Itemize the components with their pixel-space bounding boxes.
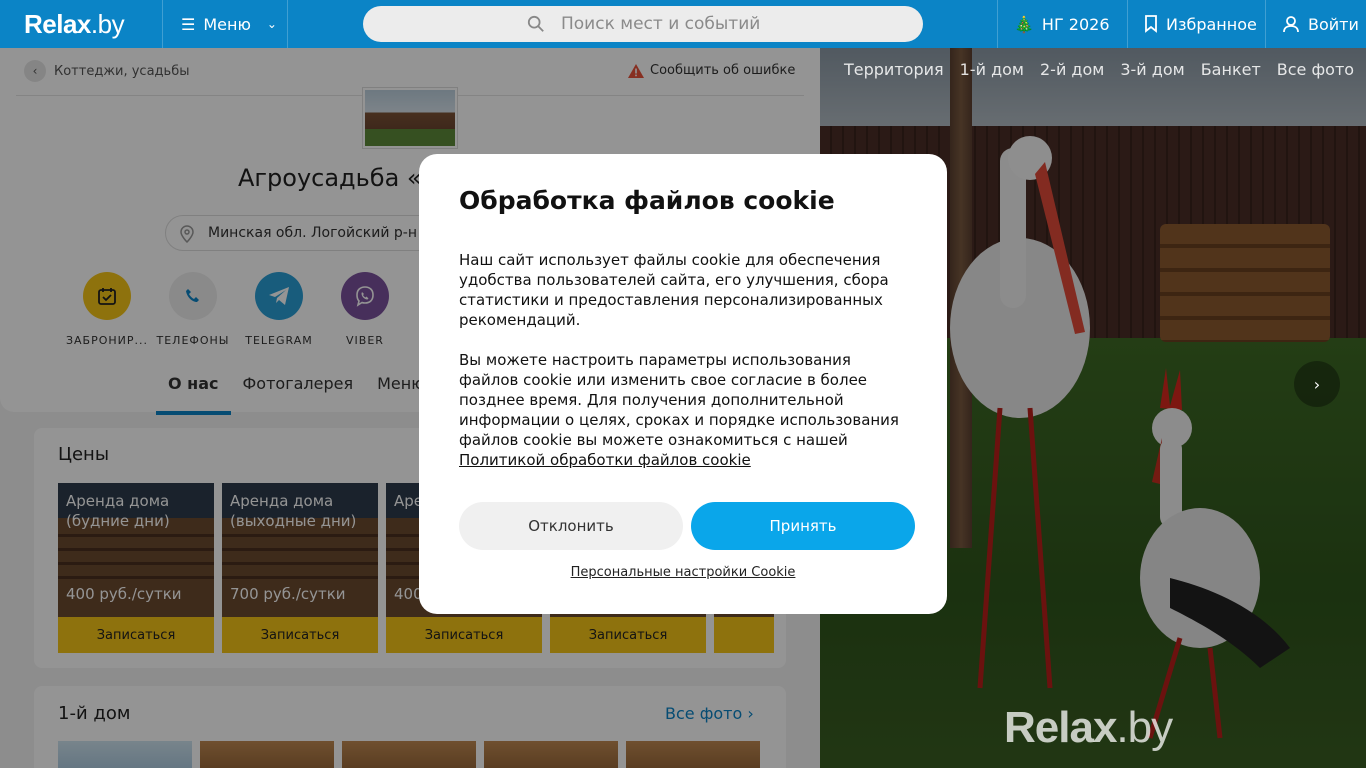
new-year-label: НГ 2026: [1041, 14, 1110, 34]
search-placeholder: Поиск мест и событий: [561, 14, 761, 34]
new-year-link[interactable]: 🎄 НГ 2026: [997, 0, 1127, 48]
watermark-text: Relax: [1004, 703, 1117, 752]
search-icon: [527, 15, 544, 32]
menu-label: Меню: [203, 14, 251, 34]
photo-tab-all[interactable]: Все фото: [1277, 60, 1354, 79]
watermark-logo: Relax.by: [1004, 703, 1173, 753]
cookie-paragraph-1: Наш сайт использует файлы cookie для обе…: [459, 251, 889, 329]
photo-tab-house-2[interactable]: 2-й дом: [1040, 60, 1104, 79]
logo-suffix: .by: [90, 8, 125, 39]
user-icon: [1283, 16, 1299, 33]
next-photo-button[interactable]: ›: [1294, 361, 1340, 407]
photo-tab-house-1[interactable]: 1-й дом: [960, 60, 1024, 79]
favorites-label: Избранное: [1166, 14, 1257, 34]
photo-tab-territory[interactable]: Территория: [844, 60, 944, 79]
photo-tab-house-3[interactable]: 3-й дом: [1120, 60, 1184, 79]
login-label: Войти: [1308, 14, 1359, 34]
cookie-policy-link[interactable]: Политикой обработки файлов cookie: [459, 451, 751, 469]
chevron-down-icon: ⌄: [266, 17, 277, 31]
search-input[interactable]: Поиск мест и событий: [363, 6, 923, 42]
accept-button[interactable]: Принять: [691, 502, 915, 550]
top-header: Relax .by ☰ Меню ⌄ Поиск мест и событий 🎄…: [0, 0, 1366, 48]
login-link[interactable]: Войти: [1265, 0, 1366, 48]
tree-icon: 🎄: [1014, 14, 1034, 34]
decline-button[interactable]: Отклонить: [459, 502, 683, 550]
cookie-dialog-text: Наш сайт использует файлы cookie для обе…: [459, 250, 909, 470]
logo-text: Relax: [24, 8, 91, 39]
cookie-settings-link[interactable]: Персональные настройки Cookie: [419, 565, 947, 580]
cookie-dialog: Обработка файлов cookie Наш сайт использ…: [419, 154, 947, 614]
relax-logo[interactable]: Relax .by: [0, 0, 160, 48]
bookmark-icon: [1145, 15, 1157, 33]
cookie-paragraph-2: Вы можете настроить параметры использова…: [459, 351, 899, 449]
watermark-suffix: .by: [1116, 703, 1173, 752]
photo-category-tabs: Территория 1-й дом 2-й дом 3-й дом Банке…: [844, 60, 1354, 79]
menu-button[interactable]: ☰ Меню ⌄: [162, 0, 288, 48]
hamburger-icon: ☰: [181, 14, 196, 34]
chevron-right-icon: ›: [1313, 374, 1321, 394]
favorites-link[interactable]: Избранное: [1127, 0, 1265, 48]
photo-tab-banquet[interactable]: Банкет: [1201, 60, 1261, 79]
cookie-dialog-title: Обработка файлов cookie: [459, 186, 835, 215]
